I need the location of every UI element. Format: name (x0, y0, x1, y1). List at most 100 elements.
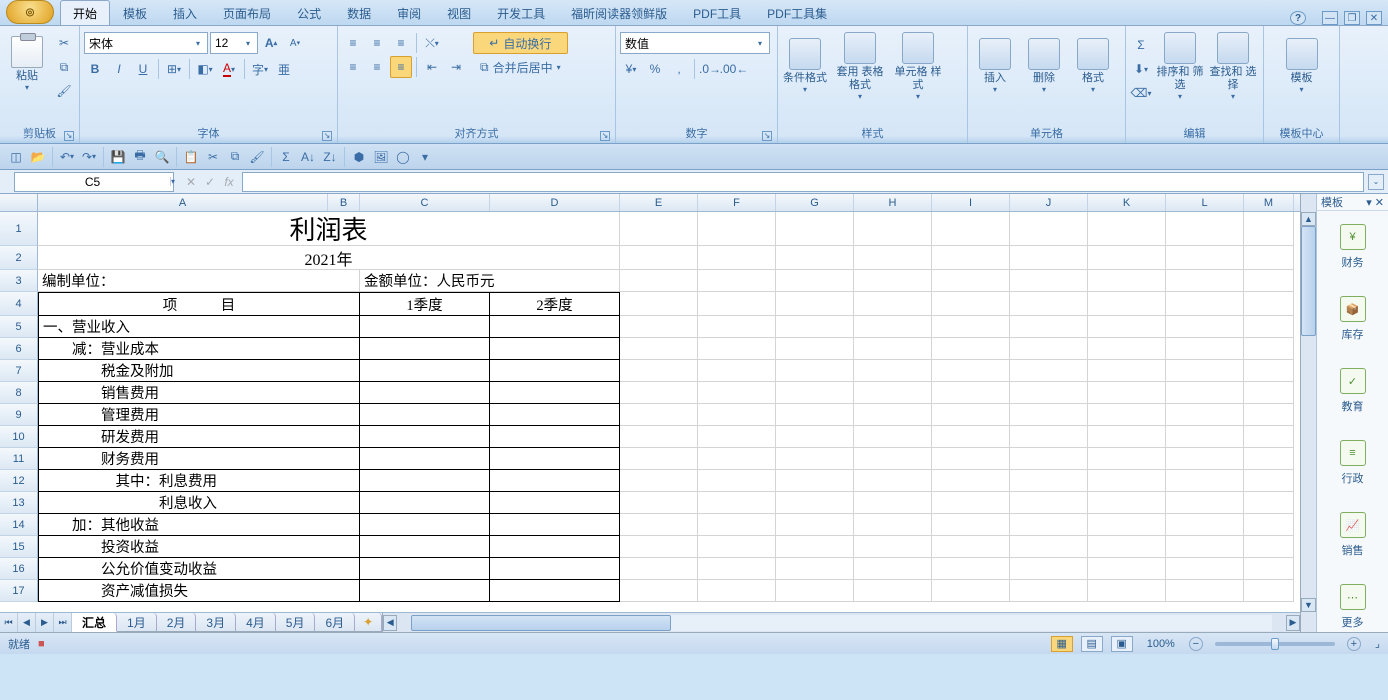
help-icon[interactable]: ? (1290, 11, 1306, 25)
select-all-corner[interactable] (0, 194, 38, 211)
enter-formula-icon[interactable]: ✓ (201, 173, 219, 191)
item-cell[interactable]: 一、营业收入 (38, 316, 360, 338)
decrease-font-button[interactable]: A▾ (284, 32, 306, 54)
row-header[interactable]: 9 (0, 404, 38, 426)
cell[interactable] (1088, 212, 1166, 246)
header-q2[interactable]: 2季度 (490, 292, 620, 316)
template-category-more[interactable]: ⋯更多 (1317, 571, 1388, 643)
col-header-A[interactable]: A (38, 194, 328, 211)
q1-cell[interactable] (360, 426, 490, 448)
phonetic-button[interactable]: 字▾ (249, 58, 271, 80)
restore-button[interactable]: ❐ (1344, 11, 1360, 25)
q1-cell[interactable] (360, 338, 490, 360)
sheet-tab-summary[interactable]: 汇总 (72, 613, 117, 632)
item-cell[interactable]: 税金及附加 (38, 360, 360, 382)
row-header[interactable]: 3 (0, 270, 38, 292)
align-center-button[interactable]: ≡ (366, 56, 388, 78)
sheet-tab-6[interactable]: 6月 (315, 613, 355, 632)
cell[interactable] (1166, 338, 1244, 360)
q2-cell[interactable] (490, 404, 620, 426)
format-as-table-button[interactable]: 套用 表格格式▾ (831, 30, 889, 102)
zoom-slider[interactable] (1215, 642, 1335, 646)
cell[interactable] (698, 246, 776, 270)
fill-color-button[interactable]: ◧▾ (194, 58, 216, 80)
tab-pdftoolset[interactable]: PDF工具集 (754, 0, 840, 25)
tab-pdftools[interactable]: PDF工具 (680, 0, 754, 25)
sheet-nav-prev[interactable]: ◀ (18, 613, 36, 632)
paste-button[interactable]: 粘贴 ▾ (4, 28, 50, 100)
wrap-text-button[interactable]: ↵ 自动换行 (473, 32, 568, 54)
cell[interactable] (698, 292, 776, 316)
cell[interactable] (620, 270, 698, 292)
cell[interactable] (854, 382, 932, 404)
cell[interactable] (776, 514, 854, 536)
cell[interactable] (1244, 448, 1294, 470)
merge-center-button[interactable]: ⧉ 合并后居中 ▾ (473, 56, 568, 78)
cell[interactable] (620, 404, 698, 426)
align-right-button[interactable]: ≡ (390, 56, 412, 78)
asian-layout-button[interactable]: 亜 (273, 58, 295, 80)
autosum-button[interactable]: Σ (1130, 34, 1152, 56)
cell[interactable] (932, 382, 1010, 404)
cell[interactable] (1088, 558, 1166, 580)
vertical-scrollbar[interactable]: ▲ ▼ (1300, 194, 1316, 632)
align-middle-button[interactable]: ≡ (366, 32, 388, 54)
q1-cell[interactable] (360, 382, 490, 404)
cell[interactable] (1244, 426, 1294, 448)
cell[interactable] (1010, 470, 1088, 492)
cell[interactable] (1166, 426, 1244, 448)
comma-format-button[interactable]: , (668, 58, 690, 80)
item-cell[interactable]: 加：其他收益 (38, 514, 360, 536)
cell[interactable] (698, 404, 776, 426)
macro-record-icon[interactable]: ■ (38, 638, 45, 650)
cell[interactable] (620, 382, 698, 404)
cell[interactable] (620, 246, 698, 270)
name-box[interactable]: ▾ (14, 172, 174, 192)
cell[interactable] (1244, 292, 1294, 316)
cell[interactable] (932, 558, 1010, 580)
cell[interactable] (1088, 316, 1166, 338)
sheet-tab-1[interactable]: 1月 (117, 613, 157, 632)
title-cell[interactable]: 利润表 (38, 212, 620, 246)
cell[interactable] (854, 360, 932, 382)
underline-button[interactable]: U (132, 58, 154, 80)
cell[interactable] (1244, 212, 1294, 246)
cell[interactable] (776, 360, 854, 382)
hscroll-thumb[interactable] (411, 615, 671, 631)
cell[interactable] (776, 270, 854, 292)
bold-button[interactable]: B (84, 58, 106, 80)
cancel-formula-icon[interactable]: ✕ (182, 173, 200, 191)
insert-cells-button[interactable]: 插入▾ (972, 30, 1018, 102)
orientation-button[interactable]: ⤬▾ (421, 32, 443, 54)
vscroll-down[interactable]: ▼ (1301, 598, 1316, 612)
cell[interactable] (932, 246, 1010, 270)
cell[interactable] (698, 426, 776, 448)
col-header-H[interactable]: H (854, 194, 932, 211)
accounting-format-button[interactable]: ¥▾ (620, 58, 642, 80)
font-name-combo[interactable]: ▾ (84, 32, 208, 54)
col-header-K[interactable]: K (1088, 194, 1166, 211)
cell[interactable] (776, 536, 854, 558)
cell[interactable] (620, 360, 698, 382)
cell[interactable] (932, 514, 1010, 536)
cell[interactable] (1244, 514, 1294, 536)
number-format-combo[interactable]: ▾ (620, 32, 770, 54)
qat-sort-asc[interactable]: A↓ (298, 147, 318, 167)
cell[interactable] (1088, 292, 1166, 316)
cell[interactable] (1010, 382, 1088, 404)
fx-icon[interactable]: fx (220, 173, 238, 191)
row-header[interactable]: 2 (0, 246, 38, 270)
tab-developer[interactable]: 开发工具 (484, 0, 558, 25)
row-header[interactable]: 13 (0, 492, 38, 514)
row-header[interactable]: 1 (0, 212, 38, 246)
q2-cell[interactable] (490, 448, 620, 470)
tab-templates[interactable]: 模板 (110, 0, 160, 25)
cell[interactable] (620, 558, 698, 580)
cell[interactable] (1244, 316, 1294, 338)
qat-new[interactable]: ◫ (6, 147, 26, 167)
template-button[interactable]: 模板▾ (1279, 30, 1325, 102)
sheet-tab-2[interactable]: 2月 (157, 613, 197, 632)
item-cell[interactable]: 财务费用 (38, 448, 360, 470)
zoom-in-button[interactable]: + (1347, 637, 1361, 651)
cell[interactable] (854, 492, 932, 514)
